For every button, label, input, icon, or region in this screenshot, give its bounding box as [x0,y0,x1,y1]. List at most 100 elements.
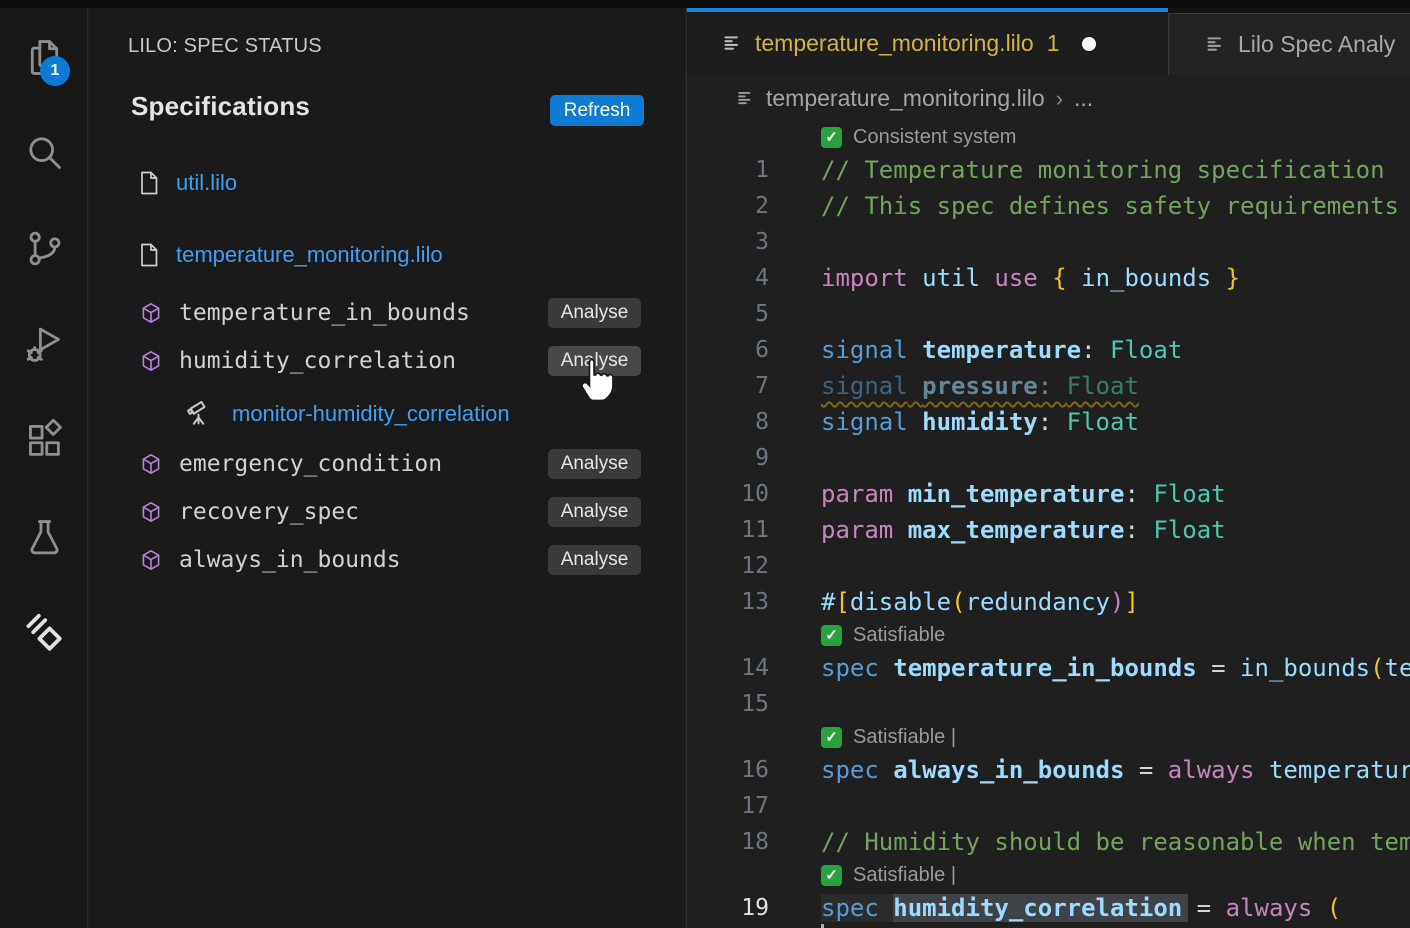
telescope-icon [185,399,215,429]
code-line[interactable]: // This spec defines safety requirements [769,188,1399,224]
activity-item-extensions[interactable] [0,405,88,475]
window-top-edge [0,0,1410,8]
tab-problem-badge: 1 [1047,30,1060,57]
code-line[interactable]: param min_temperature: Float [769,476,1226,512]
code-line[interactable] [769,224,821,260]
sidebar-title: LILO: SPEC STATUS [128,35,322,58]
editor-group: temperature_monitoring.lilo1Lilo Spec An… [686,8,1410,928]
line-number: 9 [687,440,769,476]
code-row: 2// This spec defines safety requirement… [687,188,1410,224]
line-number: 10 [687,476,769,512]
code-editor: ✓ Consistent system 1// Temperature monito… [687,122,1410,926]
code-line[interactable]: spec humidity_correlation = always ( [769,890,1341,926]
lilo-file-icon [1205,34,1226,55]
spec-name: emergency_condition [179,451,442,477]
code-line[interactable]: spec temperature_in_bounds = in_bounds(t… [769,650,1410,686]
code-line[interactable]: signal humidity: Float [769,404,1139,440]
code-line[interactable]: signal pressure: Float [769,368,1139,404]
code-row: 8signal humidity: Float [687,404,1410,440]
check-icon: ✓ [821,127,842,148]
code-row: 7signal pressure: Float [687,368,1410,404]
codelens-text: Satisfiable [853,624,945,647]
breadcrumb-more[interactable]: ... [1074,85,1093,112]
code-line[interactable] [769,788,821,824]
editor-tab[interactable]: Lilo Spec Analy [1168,13,1410,75]
lilo-extension-icon [20,609,68,657]
editor-tab-bar: temperature_monitoring.lilo1Lilo Spec An… [687,8,1410,75]
code-line[interactable]: import util use { in_bounds } [769,260,1240,296]
breadcrumb-file[interactable]: temperature_monitoring.lilo [766,85,1045,112]
line-number: 1 [687,152,769,188]
code-row: 18// Humidity should be reasonable when … [687,824,1410,860]
line-number: 16 [687,752,769,788]
spec-row: always_in_bounds Analyse [89,536,685,584]
text-caret [821,924,824,928]
line-number: 2 [687,188,769,224]
code-line[interactable]: param max_temperature: Float [769,512,1226,548]
analyse-button[interactable]: Analyse [548,346,641,376]
spec-cube-icon [139,452,163,476]
line-number: 11 [687,512,769,548]
code-row: 17 [687,788,1410,824]
spec-name: always_in_bounds [179,547,401,573]
code-line[interactable]: // Humidity should be reasonable when te… [769,824,1410,860]
check-icon: ✓ [821,865,842,886]
modified-dot[interactable] [1082,37,1096,51]
editor-tab[interactable]: temperature_monitoring.lilo1 [687,8,1168,75]
file-link[interactable]: util.lilo [176,170,237,196]
lilo-file-icon [736,89,755,108]
check-icon: ✓ [821,625,842,646]
analyse-button[interactable]: Analyse [548,449,641,479]
code-line[interactable]: signal temperature: Float [769,332,1182,368]
activity-bar: 1 [0,8,88,928]
codelens-text: Consistent system [853,126,1016,149]
line-number: 3 [687,224,769,260]
code-line[interactable] [769,296,821,332]
line-number: 4 [687,260,769,296]
codelens-text: Satisfiable | [853,864,956,887]
code-line[interactable] [769,440,821,476]
spec-row: emergency_condition Analyse [89,440,685,488]
code-line[interactable]: spec always_in_bounds = always temperatu… [769,752,1410,788]
line-number: 14 [687,650,769,686]
monitor-row: monitor-humidity_correlation [89,388,685,440]
activity-item-testing[interactable] [0,502,88,572]
file-row: util.lilo [89,159,685,207]
activity-item-explorer[interactable]: 1 [0,22,88,92]
monitor-link[interactable]: monitor-humidity_correlation [232,401,510,427]
file-icon [137,242,161,268]
code-row: 11param max_temperature: Float [687,512,1410,548]
spec-row: humidity_correlationAnalyse [89,337,685,385]
file-icon [137,170,161,196]
code-row: 9 [687,440,1410,476]
code-line[interactable]: #[disable(redundancy)] [769,584,1139,620]
activity-item-source-control[interactable] [0,213,88,283]
code-line[interactable] [769,686,821,722]
line-number: 5 [687,296,769,332]
line-number: 7 [687,368,769,404]
code-row: 19spec humidity_correlation = always ( [687,890,1410,926]
code-line[interactable]: // Temperature monitoring specification [769,152,1385,188]
code-row: 12 [687,548,1410,584]
refresh-button[interactable]: Refresh [550,95,644,126]
codelens[interactable]: ✓ Satisfiable [687,620,1410,650]
spec-cube-icon [139,500,163,524]
source-control-icon [22,226,67,271]
analyse-button[interactable]: Analyse [548,545,641,575]
breadcrumb: temperature_monitoring.lilo › ... [687,75,1410,122]
analyse-button[interactable]: Analyse [548,497,641,527]
activity-item-run-debug[interactable] [0,309,88,379]
analyse-button[interactable]: Analyse [548,298,641,328]
codelens[interactable]: ✓ Satisfiable | [687,860,1410,890]
activity-item-lilo[interactable] [0,598,88,668]
code-row: 16spec always_in_bounds = always tempera… [687,752,1410,788]
codelens[interactable]: ✓Satisfiable | [687,722,1410,752]
code-line[interactable] [769,548,821,584]
search-icon [22,130,67,175]
codelens[interactable]: ✓ Consistent system [687,122,1410,152]
spec-name: recovery_spec [179,499,359,525]
line-number: 12 [687,548,769,584]
file-link[interactable]: temperature_monitoring.lilo [176,242,443,268]
activity-item-search[interactable] [0,117,88,187]
code-row: 4import util use { in_bounds } [687,260,1410,296]
